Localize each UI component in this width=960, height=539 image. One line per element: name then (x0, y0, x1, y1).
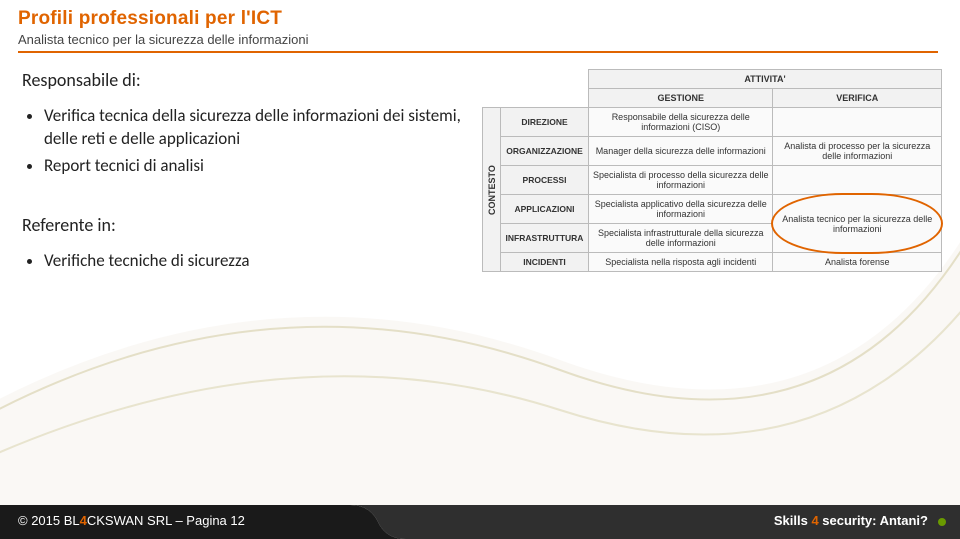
matrix-container: ATTIVITA' GESTIONE VERIFICA CONTESTO DIR… (482, 69, 942, 277)
matrix-row-label: INFRASTRUTTURA (501, 224, 589, 253)
matrix-cell: Specialista di processo della sicurezza … (589, 166, 773, 195)
footer-right-post: security: Antani? (819, 513, 928, 528)
matrix-row-label: INCIDENTI (501, 253, 589, 272)
footer: © 2015 BL4CKSWAN SRL – Pagina 12 Skills … (0, 505, 960, 539)
footer-copyright-pre: © 2015 BL (18, 513, 80, 528)
content-left: Responsabile di: Verifica tecnica della … (22, 69, 472, 277)
matrix-cell: Specialista nella risposta agli incident… (589, 253, 773, 272)
list-item: Verifica tecnica della sicurezza delle i… (44, 105, 472, 151)
matrix-col-gestione: GESTIONE (589, 89, 773, 108)
header-rule (18, 51, 938, 53)
matrix-cell-highlighted: Analista tecnico per la sicurezza delle … (773, 195, 942, 253)
footer-left: © 2015 BL4CKSWAN SRL – Pagina 12 (18, 513, 245, 528)
matrix-cell (773, 108, 942, 137)
matrix-row-label: APPLICAZIONI (501, 195, 589, 224)
matrix-cell: Responsabile della sicurezza delle infor… (589, 108, 773, 137)
footer-right-pre: Skills (774, 513, 812, 528)
matrix-row-label: PROCESSI (501, 166, 589, 195)
matrix-cell: Analista forense (773, 253, 942, 272)
list-item: Verifiche tecniche di sicurezza (44, 250, 472, 273)
matrix-row-label: DIREZIONE (501, 108, 589, 137)
referent-list: Verifiche tecniche di sicurezza (22, 250, 472, 273)
profile-matrix: ATTIVITA' GESTIONE VERIFICA CONTESTO DIR… (482, 69, 942, 272)
matrix-col-verifica: VERIFICA (773, 89, 942, 108)
matrix-cell: Specialista applicativo della sicurezza … (589, 195, 773, 224)
matrix-cell: Manager della sicurezza delle informazio… (589, 137, 773, 166)
page-title: Profili professionali per l'ICT (18, 8, 942, 30)
page-subtitle: Analista tecnico per la sicurezza delle … (18, 32, 942, 47)
footer-dot-icon (938, 518, 946, 526)
matrix-cell (773, 166, 942, 195)
responsible-list: Verifica tecnica della sicurezza delle i… (22, 105, 472, 178)
matrix-rowgroup-label: CONTESTO (483, 108, 501, 272)
footer-right: Skills 4 security: Antani? (774, 513, 928, 528)
responsible-heading: Responsabile di: (22, 69, 472, 91)
footer-four: 4 (80, 513, 87, 528)
matrix-super-header: ATTIVITA' (589, 70, 942, 89)
list-item: Report tecnici di analisi (44, 155, 472, 178)
matrix-cell: Analista di processo per la sicurezza de… (773, 137, 942, 166)
footer-copyright-post: CKSWAN SRL – Pagina 12 (87, 513, 245, 528)
matrix-row-label: ORGANIZZAZIONE (501, 137, 589, 166)
matrix-cell: Specialista infrastrutturale della sicur… (589, 224, 773, 253)
referent-heading: Referente in: (22, 214, 472, 236)
footer-right-four: 4 (811, 513, 818, 528)
